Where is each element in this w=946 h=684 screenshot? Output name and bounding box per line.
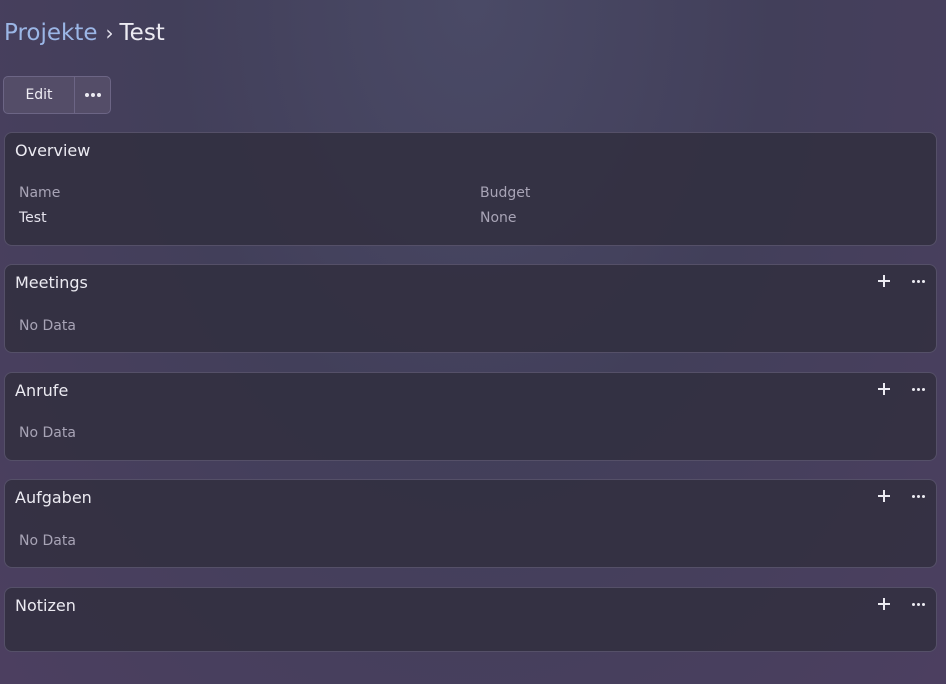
more-dots-icon[interactable] xyxy=(910,381,926,397)
meetings-actions xyxy=(876,273,926,289)
aufgaben-actions xyxy=(876,488,926,504)
field-value-budget: None xyxy=(480,210,517,226)
notizen-panel: Notizen xyxy=(4,587,937,652)
more-dots-icon[interactable] xyxy=(910,273,926,289)
field-label-budget: Budget xyxy=(480,185,531,201)
meetings-empty: No Data xyxy=(19,318,76,334)
plus-icon[interactable] xyxy=(876,381,892,397)
overview-title: Overview xyxy=(15,141,91,160)
plus-icon[interactable] xyxy=(876,488,892,504)
field-label-name: Name xyxy=(19,185,61,201)
aufgaben-title: Aufgaben xyxy=(15,488,92,507)
meetings-panel: Meetings No Data xyxy=(4,264,937,353)
plus-icon[interactable] xyxy=(876,273,892,289)
more-actions-button[interactable] xyxy=(75,77,110,113)
overview-panel: Overview Name Test Budget None xyxy=(4,132,937,246)
edit-button[interactable]: Edit xyxy=(4,77,75,113)
more-dots-icon[interactable] xyxy=(910,596,926,612)
plus-icon[interactable] xyxy=(876,596,892,612)
more-horizontal-icon xyxy=(84,87,101,103)
breadcrumb-separator: › xyxy=(105,21,114,45)
field-value-name: Test xyxy=(19,210,47,226)
notizen-actions xyxy=(876,596,926,612)
breadcrumb: Projekte › Test xyxy=(4,19,165,47)
anrufe-actions xyxy=(876,381,926,397)
page-title: Test xyxy=(119,20,165,46)
anrufe-title: Anrufe xyxy=(15,381,69,400)
aufgaben-empty: No Data xyxy=(19,533,76,549)
anrufe-panel: Anrufe No Data xyxy=(4,372,937,461)
notizen-title: Notizen xyxy=(15,596,76,615)
meetings-title: Meetings xyxy=(15,273,88,292)
aufgaben-panel: Aufgaben No Data xyxy=(4,479,937,568)
breadcrumb-link-projekte[interactable]: Projekte xyxy=(4,20,98,46)
record-actions: Edit xyxy=(3,76,111,114)
more-dots-icon[interactable] xyxy=(910,488,926,504)
anrufe-empty: No Data xyxy=(19,425,76,441)
